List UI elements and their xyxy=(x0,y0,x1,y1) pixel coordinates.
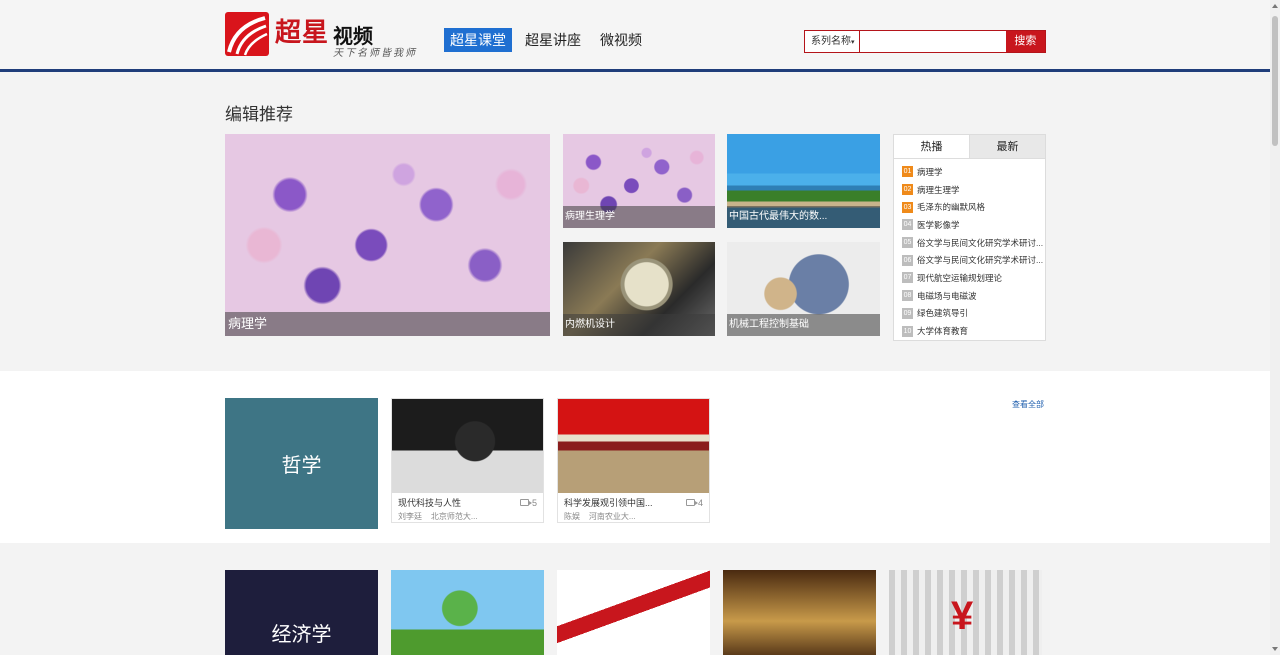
rank-title: 俗文学与民间文化研究学术研讨... xyxy=(917,255,1044,266)
rank-number: 06 xyxy=(902,254,913,266)
featured-caption: 内燃机设计 xyxy=(563,314,715,336)
course-thumbnail[interactable] xyxy=(723,570,876,655)
category-tile-philosophy[interactable]: 哲学 xyxy=(225,398,378,529)
rank-title: 绿色建筑导引 xyxy=(917,308,969,319)
view-all-link[interactable]: 查看全部 xyxy=(1012,399,1044,410)
nav-micro-video[interactable]: 微视频 xyxy=(594,28,648,52)
rank-number: 03 xyxy=(902,201,913,213)
rank-title: 现代航空运输规划理论 xyxy=(917,272,1003,283)
logo-swoosh-icon xyxy=(225,12,269,56)
list-item[interactable]: 10 大学体育教育 xyxy=(902,322,1045,340)
search-category-select[interactable]: 系列名称▾ xyxy=(805,31,860,52)
course-title: 科学发展观引领中国... xyxy=(564,498,653,508)
course-school: 北京师范大... xyxy=(430,512,478,521)
scrollbar-thumb[interactable] xyxy=(1272,16,1278,146)
featured-tile-pathology[interactable]: 病理学 xyxy=(225,134,550,336)
list-item[interactable]: 09 绿色建筑导引 xyxy=(902,305,1045,323)
video-count: 4 xyxy=(697,497,703,508)
featured-tile-pathophysiology[interactable]: 病理生理学 xyxy=(563,134,715,228)
course-thumbnail xyxy=(558,399,709,493)
list-item[interactable]: 02 病理生理学 xyxy=(902,181,1045,199)
brand-slogan: 天下名师皆我师 xyxy=(333,48,417,59)
list-item[interactable]: 03 毛泽东的幽默风格 xyxy=(902,198,1045,216)
video-camera-icon xyxy=(685,499,698,506)
course-author: 刘李廷 xyxy=(398,512,422,521)
scroll-up-icon[interactable] xyxy=(1272,4,1278,8)
ranking-tabs: 热播 最新 xyxy=(894,135,1045,159)
rank-number: 05 xyxy=(902,237,913,249)
ranking-panel: 热播 最新 01 病理学 02 病理生理学 03 毛泽东的幽默风格 04 医学影像学 0… xyxy=(893,134,1046,341)
search-input[interactable] xyxy=(859,31,1006,52)
ranking-list: 01 病理学 02 病理生理学 03 毛泽东的幽默风格 04 医学影像学 05 俗文学与民… xyxy=(894,159,1045,340)
rank-title: 俗文学与民间文化研究学术研讨... xyxy=(917,237,1044,248)
main-nav: 超星课堂 超星讲座 微视频 xyxy=(444,28,655,52)
rank-number: 10 xyxy=(902,325,913,337)
site-logo[interactable]: 超星 视频 天下名师皆我师 xyxy=(225,12,425,59)
search-bar: 系列名称▾ 搜索 xyxy=(804,30,1046,53)
tab-hot[interactable]: 热播 xyxy=(894,135,970,158)
site-header: 超星 视频 天下名师皆我师 超星课堂 超星讲座 微视频 系列名称▾ 搜索 xyxy=(0,0,1270,72)
featured-caption: 机械工程控制基础 xyxy=(727,314,880,336)
course-thumbnail[interactable] xyxy=(391,570,544,655)
list-item[interactable]: 06 俗文学与民间文化研究学术研讨... xyxy=(902,251,1045,269)
course-card[interactable]: 科学发展观引领中国... 4 陈娱 河南农业大... xyxy=(557,398,710,523)
rank-number: 08 xyxy=(902,290,913,302)
list-item[interactable]: 08 电磁场与电磁波 xyxy=(902,287,1045,305)
featured-caption: 病理生理学 xyxy=(563,206,715,228)
course-title: 现代科技与人性 xyxy=(398,498,462,508)
list-item[interactable]: 07 现代航空运输规划理论 xyxy=(902,269,1045,287)
yen-icon: ¥ xyxy=(951,594,974,638)
rank-title: 病理生理学 xyxy=(917,184,960,195)
list-item[interactable]: 04 医学影像学 xyxy=(902,216,1045,234)
scroll-down-icon[interactable] xyxy=(1272,647,1278,651)
course-thumbnail xyxy=(392,399,543,493)
rank-number: 07 xyxy=(902,272,913,284)
featured-caption: 病理学 xyxy=(225,312,550,336)
rank-number: 01 xyxy=(902,166,913,178)
tab-latest[interactable]: 最新 xyxy=(970,135,1045,158)
course-thumbnail[interactable]: ¥ xyxy=(889,570,1042,655)
course-card[interactable]: 现代科技与人性 5 刘李廷 北京师范大... xyxy=(391,398,544,523)
nav-chaoxing-classroom[interactable]: 超星课堂 xyxy=(444,28,512,52)
video-count: 5 xyxy=(531,497,537,508)
rank-title: 毛泽东的幽默风格 xyxy=(917,202,986,213)
rank-title: 医学影像学 xyxy=(917,219,960,230)
chevron-down-icon: ▾ xyxy=(851,39,855,46)
brand-name: 超星 xyxy=(275,18,330,48)
video-camera-icon xyxy=(519,499,532,506)
featured-tile-ancient-math[interactable]: 中国古代最伟大的数... xyxy=(727,134,880,228)
rank-number: 09 xyxy=(902,307,913,319)
featured-caption: 中国古代最伟大的数... xyxy=(727,206,880,228)
scrollbar[interactable] xyxy=(1270,0,1280,655)
featured-tile-mech-control[interactable]: 机械工程控制基础 xyxy=(727,242,880,336)
rank-title: 电磁场与电磁波 xyxy=(917,290,977,301)
category-tile-economics[interactable]: 经济学 xyxy=(225,570,378,655)
rank-title: 病理学 xyxy=(917,166,943,177)
list-item[interactable]: 05 俗文学与民间文化研究学术研讨... xyxy=(902,234,1045,252)
course-author: 陈娱 xyxy=(564,512,580,521)
rank-number: 04 xyxy=(902,219,913,231)
list-item[interactable]: 01 病理学 xyxy=(902,163,1045,181)
course-school: 河南农业大... xyxy=(588,512,636,521)
featured-tile-engine-design[interactable]: 内燃机设计 xyxy=(563,242,715,336)
nav-chaoxing-lecture[interactable]: 超星讲座 xyxy=(519,28,587,52)
rank-number: 02 xyxy=(902,184,913,196)
rank-title: 大学体育教育 xyxy=(917,326,969,337)
course-thumbnail[interactable] xyxy=(557,570,710,655)
search-button[interactable]: 搜索 xyxy=(1005,31,1045,52)
section-title-editor-picks: 编辑推荐 xyxy=(225,105,293,124)
